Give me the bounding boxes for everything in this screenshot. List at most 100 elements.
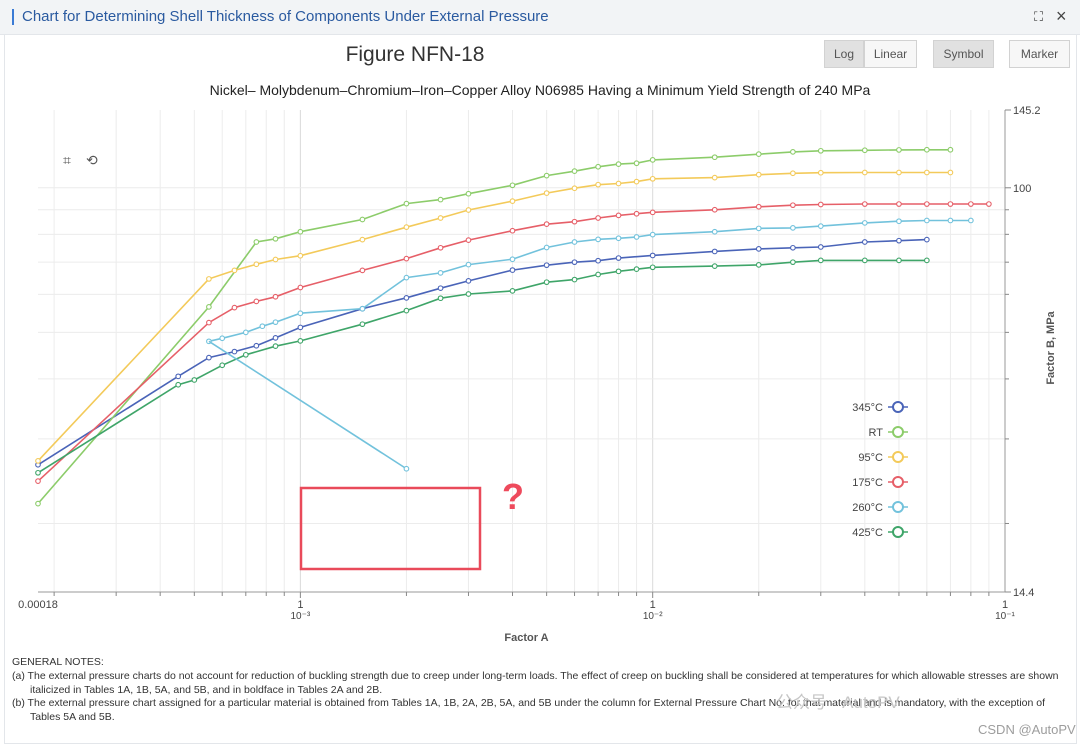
data-point [359, 236, 366, 243]
x-tick-exponent: 10⁻¹ [995, 611, 1015, 622]
data-point [755, 171, 762, 178]
data-point [272, 335, 279, 341]
data-point [272, 235, 279, 242]
data-point [790, 202, 796, 209]
x-tick-exponent: 10⁻² [643, 611, 663, 622]
y-axis-title: Factor B, MPa [1045, 310, 1057, 384]
legend-marker [892, 501, 904, 513]
data-point [571, 185, 578, 192]
x-tick-exponent: 10⁻³ [291, 611, 311, 622]
data-point [403, 307, 410, 314]
data-point [633, 234, 640, 240]
x-tick-label: 1 [650, 599, 656, 611]
data-point [403, 224, 410, 231]
data-point [231, 348, 238, 355]
data-point [817, 147, 824, 154]
data-point [272, 293, 279, 300]
data-point [817, 201, 824, 208]
data-point [615, 180, 622, 187]
y-tick-label: 145.2 [1013, 105, 1041, 117]
data-point [543, 221, 550, 228]
data-point [437, 244, 444, 251]
data-point [571, 276, 578, 283]
data-point [615, 235, 622, 242]
data-point [711, 228, 718, 235]
data-point [359, 321, 366, 328]
data-point [242, 329, 249, 336]
data-point [790, 244, 796, 251]
data-point [242, 351, 249, 358]
data-point [191, 377, 198, 383]
data-point [595, 257, 601, 264]
data-point [649, 231, 656, 238]
series-5 [35, 257, 930, 476]
data-point [403, 274, 410, 281]
data-point [359, 305, 366, 312]
data-point [509, 256, 516, 263]
data-point [509, 198, 516, 204]
data-point [253, 261, 260, 268]
data-point [543, 190, 550, 196]
x-tick-label: 0.00018 [18, 599, 58, 611]
legend-label: 95°C [858, 452, 883, 464]
legend-label: 175°C [852, 477, 883, 489]
data-point [543, 279, 550, 286]
data-point [437, 215, 444, 221]
data-point [219, 362, 226, 369]
data-point [896, 201, 902, 207]
data-point [649, 252, 656, 259]
legend-marker [892, 426, 904, 438]
data-point [790, 259, 796, 266]
data-point [297, 324, 304, 331]
data-point [896, 237, 902, 244]
data-point [615, 161, 622, 167]
series-line [37, 149, 951, 505]
data-point [206, 319, 212, 326]
data-point [649, 157, 656, 163]
data-point [571, 218, 578, 225]
data-point [649, 175, 656, 182]
data-point [359, 267, 366, 274]
data-point [509, 288, 516, 294]
data-point [817, 169, 824, 176]
data-point [543, 262, 550, 269]
legend-marker [892, 526, 904, 538]
data-point [465, 190, 472, 197]
data-point [595, 181, 601, 188]
data-point [711, 206, 718, 213]
data-point [755, 225, 762, 232]
question-mark-annotation: ? [502, 476, 524, 517]
data-point [465, 207, 472, 213]
notes-heading: GENERAL NOTES: [12, 656, 104, 668]
data-point [253, 342, 260, 349]
general-notes: GENERAL NOTES: (a) The external pressure… [12, 656, 1072, 724]
data-point [923, 257, 930, 264]
data-point [297, 284, 304, 291]
data-point [543, 172, 550, 179]
data-point [571, 168, 578, 175]
data-point [968, 217, 974, 224]
data-point [896, 257, 902, 264]
data-point [272, 256, 279, 263]
data-point [615, 268, 622, 275]
data-point [272, 319, 279, 326]
data-point [861, 239, 868, 245]
data-point [595, 271, 601, 278]
csdn-watermark: CSDN @AutoPV [978, 722, 1076, 737]
legend-marker [892, 401, 904, 413]
y-tick-label: 14.4 [1013, 587, 1034, 599]
data-point [206, 304, 212, 310]
data-point [175, 373, 182, 380]
legend-label: RT [869, 427, 884, 439]
series-2 [35, 169, 954, 464]
series-line [37, 259, 927, 474]
data-point [595, 215, 601, 221]
data-point [403, 200, 410, 207]
note-b: (b) The external pressure chart assigned… [12, 697, 1046, 723]
data-point [923, 217, 930, 224]
legend-marker [892, 476, 904, 488]
zoom-reset-icon[interactable]: ⟲ [86, 152, 98, 169]
data-point [465, 291, 472, 297]
zoom-select-icon[interactable]: ⌗ [63, 152, 71, 169]
data-point [817, 257, 824, 264]
